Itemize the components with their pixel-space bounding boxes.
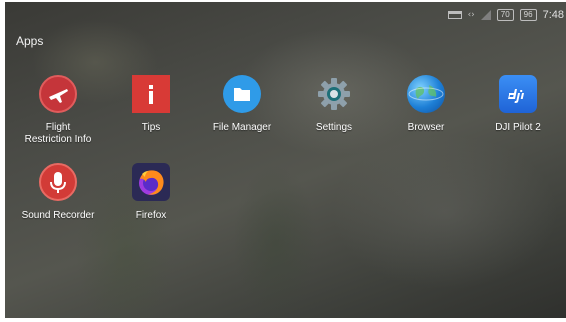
app-browser[interactable]: Browser <box>378 75 474 134</box>
airplane-icon <box>39 75 77 113</box>
app-dji-pilot-2[interactable]: DJI Pilot 2 <box>470 75 566 134</box>
app-label: File Manager <box>212 122 272 133</box>
app-file-manager[interactable]: File Manager <box>194 75 290 134</box>
app-flight-restriction-info[interactable]: Flight Restriction Info <box>10 75 106 146</box>
clock: 7:48 <box>542 9 564 21</box>
dji-logo-icon <box>499 75 537 113</box>
app-tips[interactable]: Tips <box>103 75 199 134</box>
battery-badge-aircraft: 96 <box>519 9 537 21</box>
firefox-icon <box>132 163 170 201</box>
signal-icon <box>480 10 491 20</box>
app-label: Settings <box>315 122 353 133</box>
data-arrows-icon: ‹› <box>467 10 475 20</box>
app-settings[interactable]: Settings <box>286 75 382 134</box>
app-sound-recorder[interactable]: Sound Recorder <box>10 163 106 222</box>
home-screen: ‹› 70 96 7:48 Apps Flight Restriction In… <box>5 2 566 318</box>
dock-icon <box>447 11 462 19</box>
app-label: DJI Pilot 2 <box>495 122 541 133</box>
app-label: Flight Restriction Info <box>24 122 92 145</box>
app-label: Browser <box>407 122 445 133</box>
folder-icon <box>223 75 261 113</box>
microphone-icon <box>39 163 77 201</box>
battery-badge-remote: 70 <box>496 9 514 21</box>
globe-icon <box>407 75 445 113</box>
app-label: Tips <box>141 122 161 133</box>
app-label: Firefox <box>135 210 167 221</box>
app-firefox[interactable]: Firefox <box>103 163 199 222</box>
app-label: Sound Recorder <box>21 210 95 221</box>
status-bar: ‹› 70 96 7:48 <box>447 8 564 22</box>
info-icon <box>132 75 170 113</box>
gear-icon <box>315 75 353 113</box>
apps-section-title: Apps <box>16 34 44 48</box>
